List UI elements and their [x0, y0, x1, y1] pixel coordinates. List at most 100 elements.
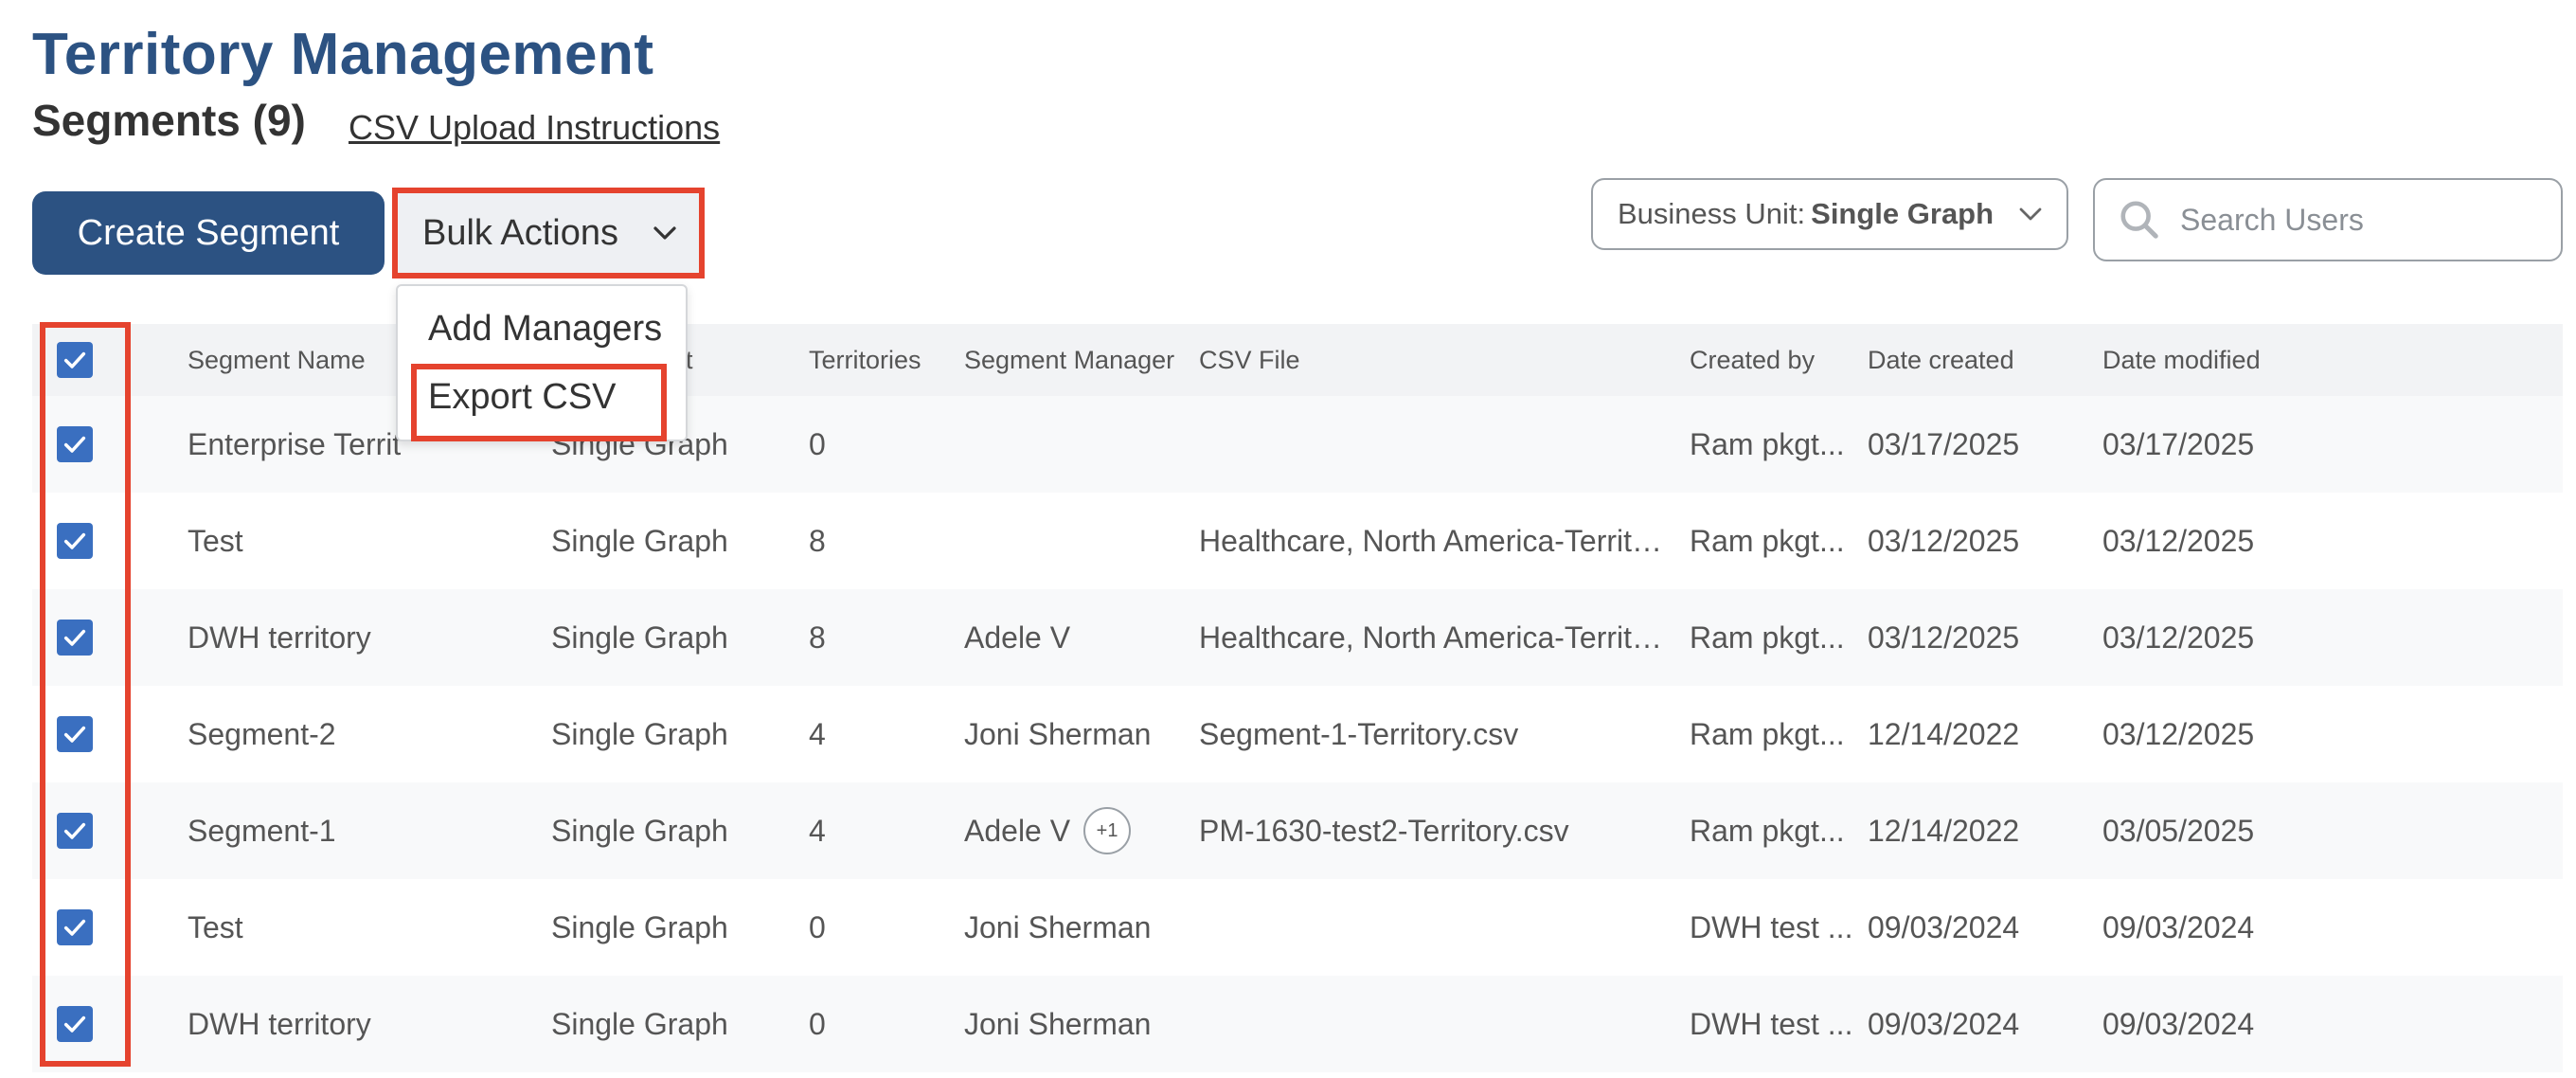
- segment-name[interactable]: DWH territory: [188, 620, 547, 656]
- bulk-actions-menu: Add Managers Export CSV: [396, 284, 688, 441]
- territories-count: 0: [809, 1006, 826, 1041]
- created-by: Ram pkgt...: [1690, 523, 1845, 558]
- created-by: Ram pkgt...: [1690, 716, 1845, 751]
- date-modified: 03/17/2025: [2102, 426, 2255, 461]
- checkbox-checked-icon: [57, 342, 93, 378]
- table-row[interactable]: Segment-2 Single Graph 4 Joni Sherman Se…: [32, 686, 2563, 782]
- business-unit: Single Graph: [551, 716, 728, 751]
- date-created: 09/03/2024: [1868, 909, 2020, 944]
- checkbox-checked-icon: [57, 909, 93, 945]
- date-created: 03/17/2025: [1868, 426, 2020, 461]
- create-segment-button[interactable]: Create Segment: [32, 191, 385, 275]
- row-checkbox[interactable]: [57, 813, 95, 849]
- segment-manager: Adele V +1: [964, 807, 1191, 854]
- date-modified: 09/03/2024: [2102, 909, 2255, 944]
- checkbox-checked-icon: [57, 426, 93, 462]
- checkbox-checked-icon: [57, 523, 93, 559]
- row-checkbox[interactable]: [57, 426, 95, 462]
- business-unit-select[interactable]: Business Unit: Single Graph: [1591, 178, 2068, 250]
- search-icon: [2120, 201, 2158, 239]
- csv-file: Healthcare, North America-Territo...: [1199, 523, 1673, 558]
- column-header-date-modified[interactable]: Date modified: [2102, 346, 2330, 375]
- created-by: DWH test ...: [1690, 909, 1853, 944]
- business-unit: Single Graph: [551, 1006, 728, 1041]
- territories-count: 4: [809, 813, 826, 848]
- checkbox-checked-icon: [57, 1006, 93, 1042]
- row-checkbox[interactable]: [57, 909, 95, 945]
- row-checkbox[interactable]: [57, 620, 95, 656]
- segment-manager: Joni Sherman: [964, 1007, 1191, 1042]
- checkbox-checked-icon: [57, 716, 93, 752]
- page-title: Territory Management: [32, 22, 654, 87]
- segment-name[interactable]: DWH territory: [188, 1007, 547, 1042]
- checkbox-checked-icon: [57, 813, 93, 849]
- row-checkbox[interactable]: [57, 1006, 95, 1042]
- segment-manager: Joni Sherman: [964, 717, 1191, 752]
- table-row[interactable]: Segment-1 Single Graph 4 Adele V +1 PM-1…: [32, 782, 2563, 879]
- manager-name: Joni Sherman: [964, 1006, 1152, 1041]
- business-unit-prefix: Business Unit:: [1618, 197, 1806, 230]
- segment-name[interactable]: Test: [188, 910, 547, 945]
- manager-name: Joni Sherman: [964, 716, 1152, 751]
- date-modified: 03/12/2025: [2102, 523, 2255, 558]
- date-created: 12/14/2022: [1868, 716, 2020, 751]
- date-modified: 03/05/2025: [2102, 813, 2255, 848]
- segment-name[interactable]: Segment-2: [188, 717, 547, 752]
- segment-name[interactable]: Test: [188, 524, 547, 559]
- segment-name[interactable]: Segment-1: [188, 814, 547, 849]
- table-row[interactable]: Test Single Graph 0 Joni Sherman DWH tes…: [32, 879, 2563, 976]
- table-row[interactable]: DWH territory Single Graph 8 Adele V Hea…: [32, 589, 2563, 686]
- row-checkbox[interactable]: [57, 523, 95, 559]
- created-by: Ram pkgt...: [1690, 426, 1845, 461]
- select-all-checkbox[interactable]: [57, 342, 95, 378]
- date-created: 03/12/2025: [1868, 523, 2020, 558]
- column-header-date-created[interactable]: Date created: [1868, 346, 2095, 375]
- business-unit: Single Graph: [551, 620, 728, 655]
- manager-name: Adele V: [964, 813, 1071, 848]
- business-unit: Single Graph: [551, 909, 728, 944]
- row-checkbox[interactable]: [57, 716, 95, 752]
- menu-item-add-managers[interactable]: Add Managers: [428, 309, 662, 350]
- chevron-down-icon: [2019, 207, 2042, 221]
- created-by: Ram pkgt...: [1690, 813, 1845, 848]
- csv-file: Segment-1-Territory.csv: [1199, 716, 1519, 751]
- column-header-territories[interactable]: Territories: [809, 346, 960, 375]
- date-modified: 03/12/2025: [2102, 716, 2255, 751]
- column-header-created-by[interactable]: Created by: [1690, 346, 1856, 375]
- table-row[interactable]: Test Single Graph 8 Healthcare, North Am…: [32, 493, 2563, 589]
- bulk-actions-label: Bulk Actions: [422, 212, 618, 253]
- segment-manager: Adele V: [964, 620, 1191, 656]
- date-modified: 03/12/2025: [2102, 620, 2255, 655]
- chevron-down-icon: [653, 226, 676, 240]
- territories-count: 4: [809, 716, 826, 751]
- segment-manager: Joni Sherman: [964, 910, 1191, 945]
- territories-count: 0: [809, 426, 826, 461]
- date-created: 09/03/2024: [1868, 1006, 2020, 1041]
- territories-count: 0: [809, 909, 826, 944]
- manager-name: Joni Sherman: [964, 909, 1152, 944]
- manager-name: Adele V: [964, 620, 1071, 655]
- checkbox-checked-icon: [57, 620, 93, 656]
- segments-heading: Segments (9): [32, 96, 306, 145]
- business-unit-value: Single Graph: [1811, 197, 1995, 230]
- date-created: 03/12/2025: [1868, 620, 2020, 655]
- created-by: DWH test ...: [1690, 1006, 1853, 1041]
- bulk-actions-button[interactable]: Bulk Actions: [396, 189, 703, 277]
- csv-file: PM-1630-test2-Territory.csv: [1199, 813, 1569, 848]
- column-header-segment-manager[interactable]: Segment Manager: [964, 346, 1191, 375]
- csv-upload-instructions-link[interactable]: CSV Upload Instructions: [349, 108, 720, 148]
- additional-managers-badge[interactable]: +1: [1083, 807, 1132, 854]
- column-header-csv-file[interactable]: CSV File: [1199, 346, 1673, 375]
- search-users-box[interactable]: [2093, 178, 2563, 261]
- territories-count: 8: [809, 523, 826, 558]
- date-modified: 09/03/2024: [2102, 1006, 2255, 1041]
- search-users-input[interactable]: [2178, 201, 2542, 239]
- csv-file: Healthcare, North America-Territo...: [1199, 620, 1673, 655]
- menu-item-export-csv[interactable]: Export CSV: [428, 377, 617, 418]
- date-created: 12/14/2022: [1868, 813, 2020, 848]
- business-unit: Single Graph: [551, 523, 728, 558]
- business-unit: Single Graph: [551, 813, 728, 848]
- created-by: Ram pkgt...: [1690, 620, 1845, 655]
- table-row[interactable]: DWH territory Single Graph 0 Joni Sherma…: [32, 976, 2563, 1072]
- territories-count: 8: [809, 620, 826, 655]
